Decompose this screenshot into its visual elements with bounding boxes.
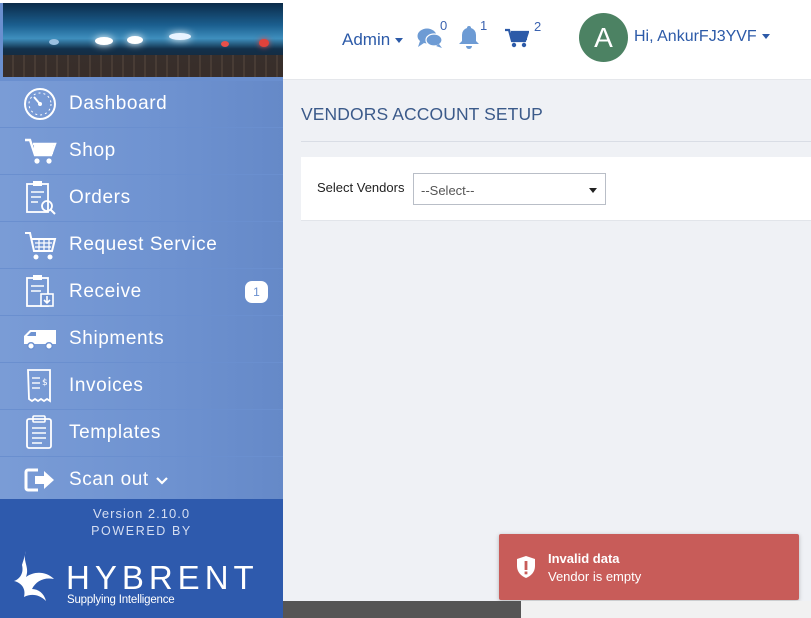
sidebar-item-label: Scan out bbox=[69, 469, 149, 490]
sidebar-item-shop[interactable]: Shop bbox=[0, 128, 283, 174]
caret-down-icon bbox=[395, 38, 404, 44]
vendor-select[interactable]: --Select-- bbox=[413, 173, 606, 205]
sidebar-item-label: Templates bbox=[69, 422, 161, 443]
sidebar-nav: Dashboard Shop Orders Request Service Re… bbox=[0, 81, 283, 504]
notifications-count: 1 bbox=[480, 18, 488, 33]
top-header: Admin 0 1 2 A Hi, AnkurFJ3YVF bbox=[283, 0, 811, 80]
avatar[interactable]: A bbox=[579, 13, 628, 62]
sidebar-item-receive[interactable]: Receive 1 bbox=[0, 269, 283, 315]
sidebar-item-invoices[interactable]: $ Invoices bbox=[0, 363, 283, 409]
cart-count: 2 bbox=[534, 19, 542, 34]
comments-icon bbox=[417, 28, 443, 53]
invoice-icon: $ bbox=[22, 368, 58, 404]
sidebar-item-label: Shipments bbox=[69, 328, 165, 349]
shield-alert-icon bbox=[515, 555, 537, 584]
sidebar-item-label: Orders bbox=[69, 187, 131, 208]
title-divider bbox=[301, 141, 811, 142]
banner-image bbox=[3, 3, 283, 77]
horizontal-scrollbar[interactable] bbox=[283, 601, 811, 618]
sidebar-item-label: Dashboard bbox=[69, 93, 168, 114]
messages-count: 0 bbox=[440, 18, 448, 33]
user-greeting: Hi, AnkurFJ3YVF bbox=[634, 28, 757, 45]
toast-title: Invalid data bbox=[548, 551, 620, 566]
request-service-icon bbox=[22, 227, 58, 263]
app-version: Version 2.10.0 bbox=[92, 506, 191, 521]
sidebar-item-orders[interactable]: Orders bbox=[0, 175, 283, 221]
caret-down-icon bbox=[761, 34, 770, 40]
sidebar-item-label: Invoices bbox=[69, 375, 144, 396]
sidebar: Dashboard Shop Orders Request Service Re… bbox=[0, 0, 283, 618]
hybrent-tagline: Supplying Intelligence bbox=[67, 594, 175, 606]
sidebar-item-label: Shop bbox=[69, 140, 116, 161]
sidebar-item-label: Receive bbox=[69, 281, 142, 302]
svg-text:$: $ bbox=[42, 378, 48, 388]
page-title: VENDORS ACCOUNT SETUP bbox=[301, 104, 543, 124]
templates-icon bbox=[22, 415, 58, 451]
error-toast[interactable]: Invalid data Vendor is empty bbox=[499, 534, 799, 600]
bell-icon bbox=[458, 26, 480, 53]
admin-menu[interactable]: Admin bbox=[342, 30, 404, 50]
sidebar-item-label: Request Service bbox=[69, 234, 218, 255]
scrollbar-thumb[interactable] bbox=[283, 601, 521, 618]
sidebar-footer: Version 2.10.0 POWERED BY HYBRENT Supply… bbox=[0, 499, 283, 618]
user-menu[interactable]: Hi, AnkurFJ3YVF bbox=[634, 28, 770, 46]
hybrent-logo-icon bbox=[10, 551, 54, 614]
chevron-down-icon bbox=[156, 472, 168, 488]
sign-out-icon bbox=[22, 462, 58, 498]
cart-icon bbox=[22, 133, 58, 169]
select-vendors-label: Select Vendors bbox=[317, 180, 405, 195]
sidebar-item-scan-out[interactable]: Scan out bbox=[0, 457, 283, 503]
dashboard-icon bbox=[22, 86, 58, 122]
sidebar-item-request-service[interactable]: Request Service bbox=[0, 222, 283, 268]
cart-button[interactable] bbox=[505, 28, 530, 53]
notifications-button[interactable] bbox=[458, 25, 480, 54]
admin-menu-label: Admin bbox=[342, 30, 391, 49]
sidebar-item-dashboard[interactable]: Dashboard bbox=[0, 81, 283, 127]
sidebar-item-templates[interactable]: Templates bbox=[0, 410, 283, 456]
hybrent-logo-text: HYBRENT bbox=[66, 559, 259, 596]
receive-icon bbox=[22, 274, 58, 310]
dropdown-arrow-icon bbox=[589, 188, 597, 193]
vendor-select-value: --Select-- bbox=[421, 183, 475, 198]
vendor-select-panel: Select Vendors --Select-- bbox=[301, 157, 811, 221]
orders-icon bbox=[22, 180, 58, 216]
powered-by-label: POWERED BY bbox=[91, 524, 192, 538]
truck-icon bbox=[22, 321, 58, 357]
sidebar-item-shipments[interactable]: Shipments bbox=[0, 316, 283, 362]
toast-message: Vendor is empty bbox=[548, 569, 642, 584]
shopping-cart-icon bbox=[505, 28, 530, 52]
receive-count-badge: 1 bbox=[245, 281, 268, 303]
